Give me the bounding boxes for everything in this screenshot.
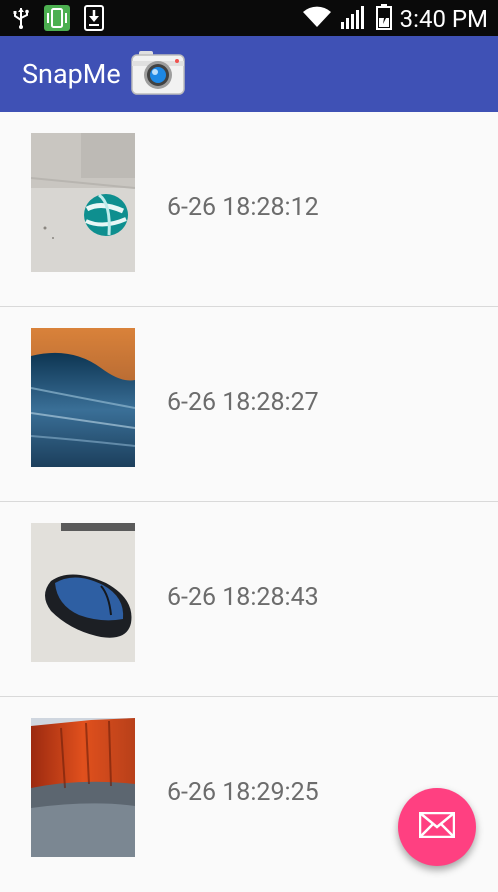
list-item[interactable]: 6-26 18:28:12 [0,112,498,307]
list-item[interactable]: 6-26 18:28:27 [0,307,498,502]
snap-thumbnail [31,718,135,857]
app-bar: SnapMe [0,36,498,112]
clock-time: 3:40 PM [399,5,488,33]
wifi-icon [302,5,332,33]
camera-icon [131,51,185,99]
status-bar: 3:40 PM [0,0,498,36]
snap-thumbnail [31,133,135,272]
snap-timestamp: 6-26 18:28:12 [167,193,319,222]
snap-thumbnail [31,328,135,467]
mail-icon [418,811,456,842]
snap-thumbnail [31,523,135,662]
download-icon [84,5,104,35]
signal-icon [340,4,368,34]
usb-icon [12,6,30,34]
vibrate-icon [44,5,70,35]
snap-timestamp: 6-26 18:28:27 [167,388,319,417]
send-mail-fab[interactable] [398,788,476,866]
snap-timestamp: 6-26 18:28:43 [167,583,319,612]
list-item[interactable]: 6-26 18:28:43 [0,502,498,697]
app-title: SnapMe [22,58,121,90]
snap-timestamp: 6-26 18:29:25 [167,778,319,807]
battery-charging-icon [375,4,392,34]
